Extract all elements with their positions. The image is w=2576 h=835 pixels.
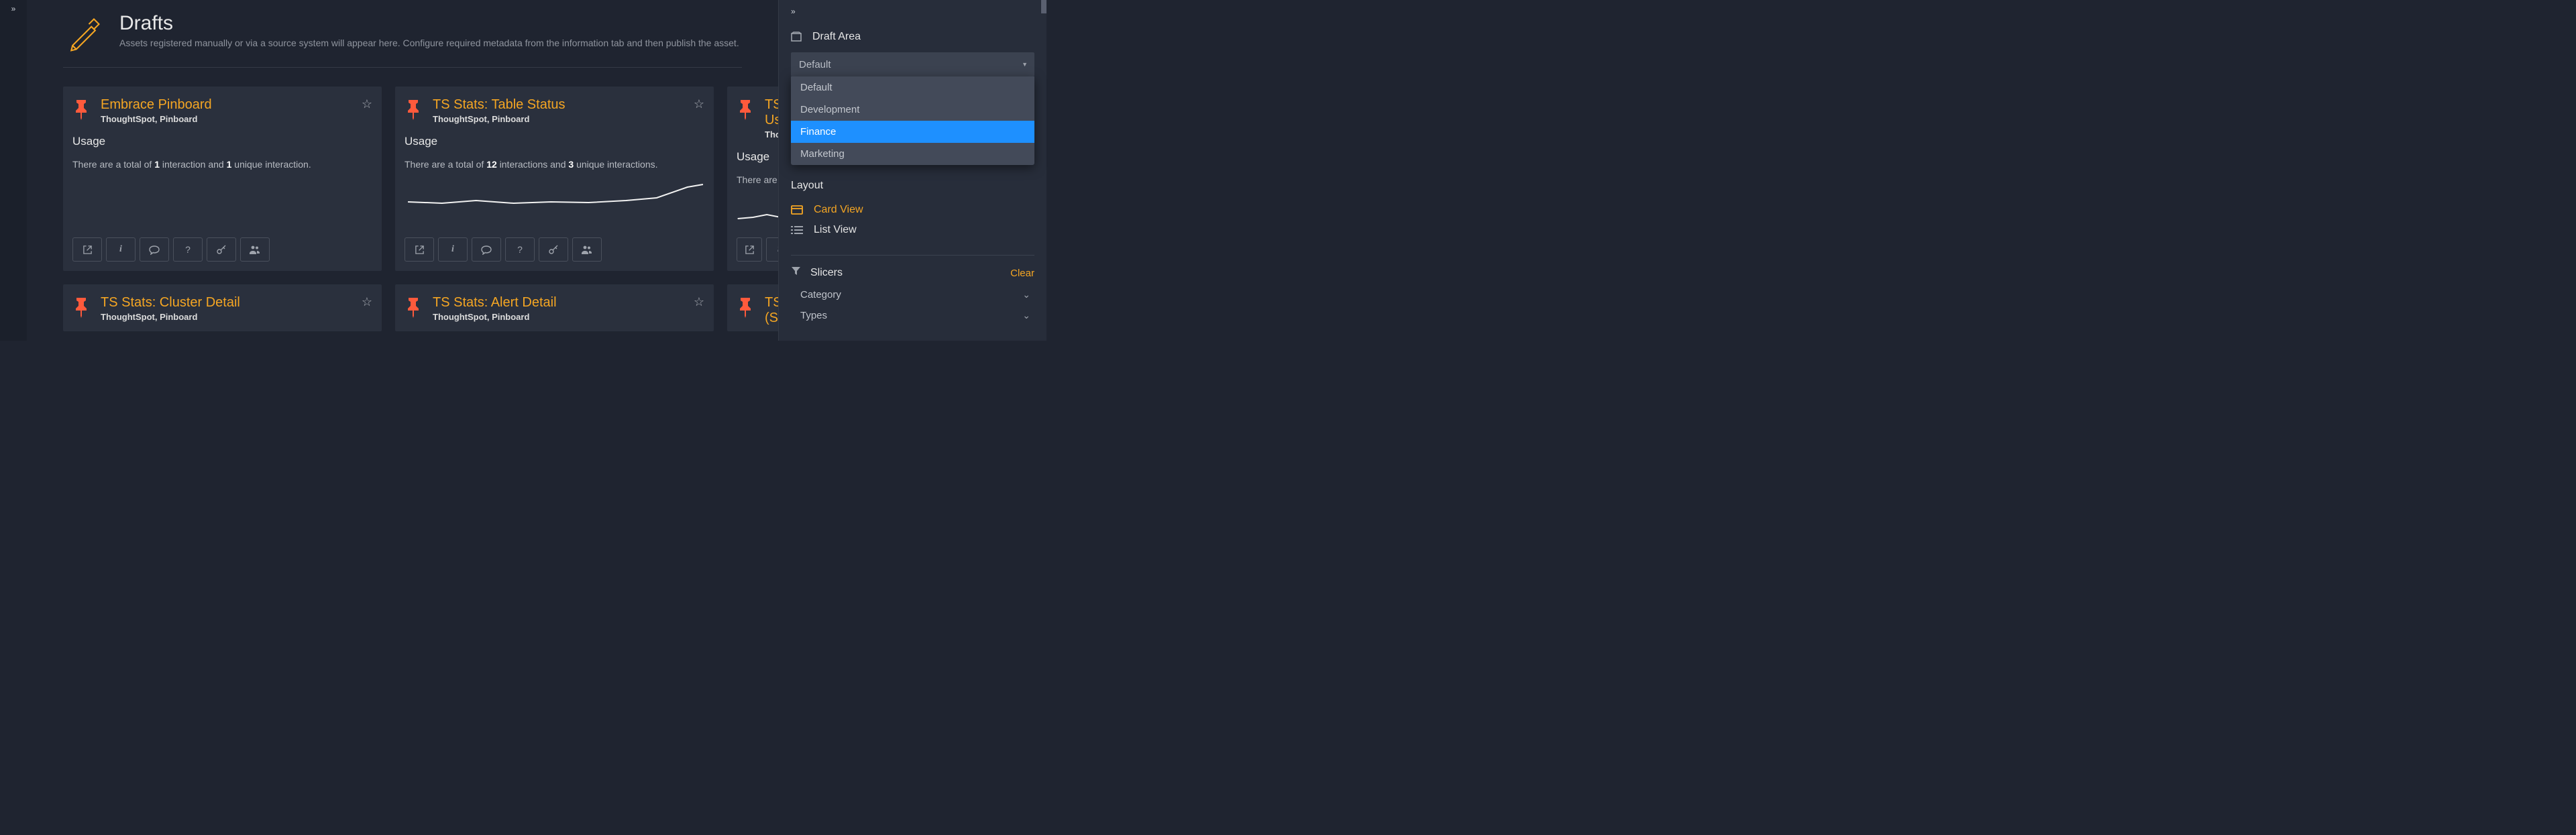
favorite-star-icon[interactable]: ☆ (362, 295, 372, 309)
collapse-right-panel-button[interactable]: » (779, 5, 1046, 25)
asset-title[interactable]: TS(Se (765, 295, 778, 326)
card-actions: i ? (72, 237, 372, 262)
usage-text: There are a total of 12 interactions and… (405, 159, 704, 170)
draft-area-header: Draft Area (791, 25, 1034, 50)
asset-title[interactable]: Embrace Pinboard (101, 97, 350, 113)
right-panel: » Draft Area Default ▼ Default Developme… (778, 0, 1046, 341)
asset-subtitle: ThoughtSpot, Pinboard (433, 114, 682, 124)
comment-button[interactable] (472, 237, 501, 262)
clear-slicers-button[interactable]: Clear (1010, 268, 1034, 279)
page-header: Drafts Assets registered manually or via… (63, 13, 742, 68)
scrollbar[interactable] (1041, 0, 1046, 13)
page-subtitle: Assets registered manually or via a sour… (119, 38, 739, 48)
draft-area-label: Draft Area (812, 31, 861, 43)
favorite-star-icon[interactable]: ☆ (694, 295, 704, 309)
list-view-toggle[interactable]: List View (791, 220, 1034, 240)
expand-left-rail-button[interactable]: » (11, 4, 16, 341)
info-button[interactable]: i (766, 237, 778, 262)
pin-icon (74, 100, 89, 122)
open-external-button[interactable] (405, 237, 434, 262)
favorite-star-icon[interactable]: ☆ (362, 97, 372, 111)
chevron-down-icon: ▼ (1022, 61, 1028, 68)
left-rail: » (0, 0, 27, 341)
asset-card[interactable]: TS Stats: Cluster Detail ThoughtSpot, Pi… (63, 284, 382, 331)
usage-label: Usage (737, 150, 778, 164)
draft-area-select[interactable]: Default ▼ Default Development Finance Ma… (791, 52, 1034, 76)
slicer-types[interactable]: Types ⌄ (791, 300, 1034, 321)
main-content: Drafts Assets registered manually or via… (27, 0, 778, 341)
divider (791, 255, 1034, 256)
usage-label: Usage (72, 135, 372, 148)
select-value[interactable]: Default (791, 52, 1034, 76)
users-button[interactable] (572, 237, 602, 262)
slicers-label: Slicers (810, 267, 843, 279)
open-external-button[interactable] (72, 237, 102, 262)
page-title: Drafts (119, 12, 739, 35)
asset-title[interactable]: TS Stats: Alert Detail (433, 295, 682, 311)
comment-button[interactable] (140, 237, 169, 262)
asset-subtitle: ThoughtSpot, Pinboard (433, 312, 682, 322)
pin-icon (738, 100, 753, 122)
pin-icon (406, 298, 421, 320)
card-view-toggle[interactable]: Card View (791, 200, 1034, 220)
usage-text: There are a total o (737, 174, 778, 185)
asset-title[interactable]: TSUs (765, 97, 778, 128)
usage-sparkline (737, 197, 778, 229)
select-option-marketing[interactable]: Marketing (791, 143, 1034, 165)
select-option-development[interactable]: Development (791, 99, 1034, 121)
asset-title[interactable]: TS Stats: Cluster Detail (101, 295, 350, 311)
info-button[interactable]: i (106, 237, 136, 262)
asset-card[interactable]: TS Stats: Table Status ThoughtSpot, Pinb… (395, 87, 714, 271)
help-button[interactable]: ? (173, 237, 203, 262)
chevron-down-icon: ⌄ (1022, 289, 1030, 300)
pencil-icon (63, 13, 105, 55)
cards-grid: Embrace Pinboard ThoughtSpot, Pinboard ☆… (63, 87, 742, 331)
app-root: » Drafts Assets registered manually or v… (0, 0, 1046, 341)
favorite-star-icon[interactable]: ☆ (694, 97, 704, 111)
usage-label: Usage (405, 135, 704, 148)
usage-text: There are a total of 1 interaction and 1… (72, 159, 372, 170)
slicers-header: Slicers Clear (791, 266, 1034, 280)
filter-icon (791, 266, 801, 280)
asset-subtitle: ThoughtSpot, Pinboard (101, 114, 350, 124)
pin-icon (406, 100, 421, 122)
select-option-finance[interactable]: Finance (791, 121, 1034, 143)
layout-label: Layout (791, 180, 1034, 192)
usage-sparkline (405, 182, 704, 214)
slicer-category[interactable]: Category ⌄ (791, 280, 1034, 300)
pin-icon (738, 298, 753, 320)
chevron-down-icon: ⌄ (1022, 310, 1030, 321)
asset-card[interactable]: TSUs Tho Usage There are a total o i (727, 87, 778, 271)
select-dropdown: Default Development Finance Marketing (791, 76, 1034, 165)
help-button[interactable]: ? (505, 237, 535, 262)
card-actions: i (737, 237, 778, 262)
open-external-button[interactable] (737, 237, 762, 262)
area-icon (791, 32, 803, 42)
card-actions: i ? (405, 237, 704, 262)
asset-title[interactable]: TS Stats: Table Status (433, 97, 682, 113)
asset-card[interactable]: Embrace Pinboard ThoughtSpot, Pinboard ☆… (63, 87, 382, 271)
card-view-icon (791, 205, 804, 215)
asset-card[interactable]: TS(Se (727, 284, 778, 331)
pin-icon (74, 298, 89, 320)
list-view-icon (791, 225, 804, 235)
info-button[interactable]: i (438, 237, 468, 262)
asset-card[interactable]: TS Stats: Alert Detail ThoughtSpot, Pinb… (395, 284, 714, 331)
key-button[interactable] (207, 237, 236, 262)
asset-subtitle: Tho (765, 129, 778, 140)
key-button[interactable] (539, 237, 568, 262)
users-button[interactable] (240, 237, 270, 262)
asset-subtitle: ThoughtSpot, Pinboard (101, 312, 350, 322)
select-option-default[interactable]: Default (791, 76, 1034, 99)
